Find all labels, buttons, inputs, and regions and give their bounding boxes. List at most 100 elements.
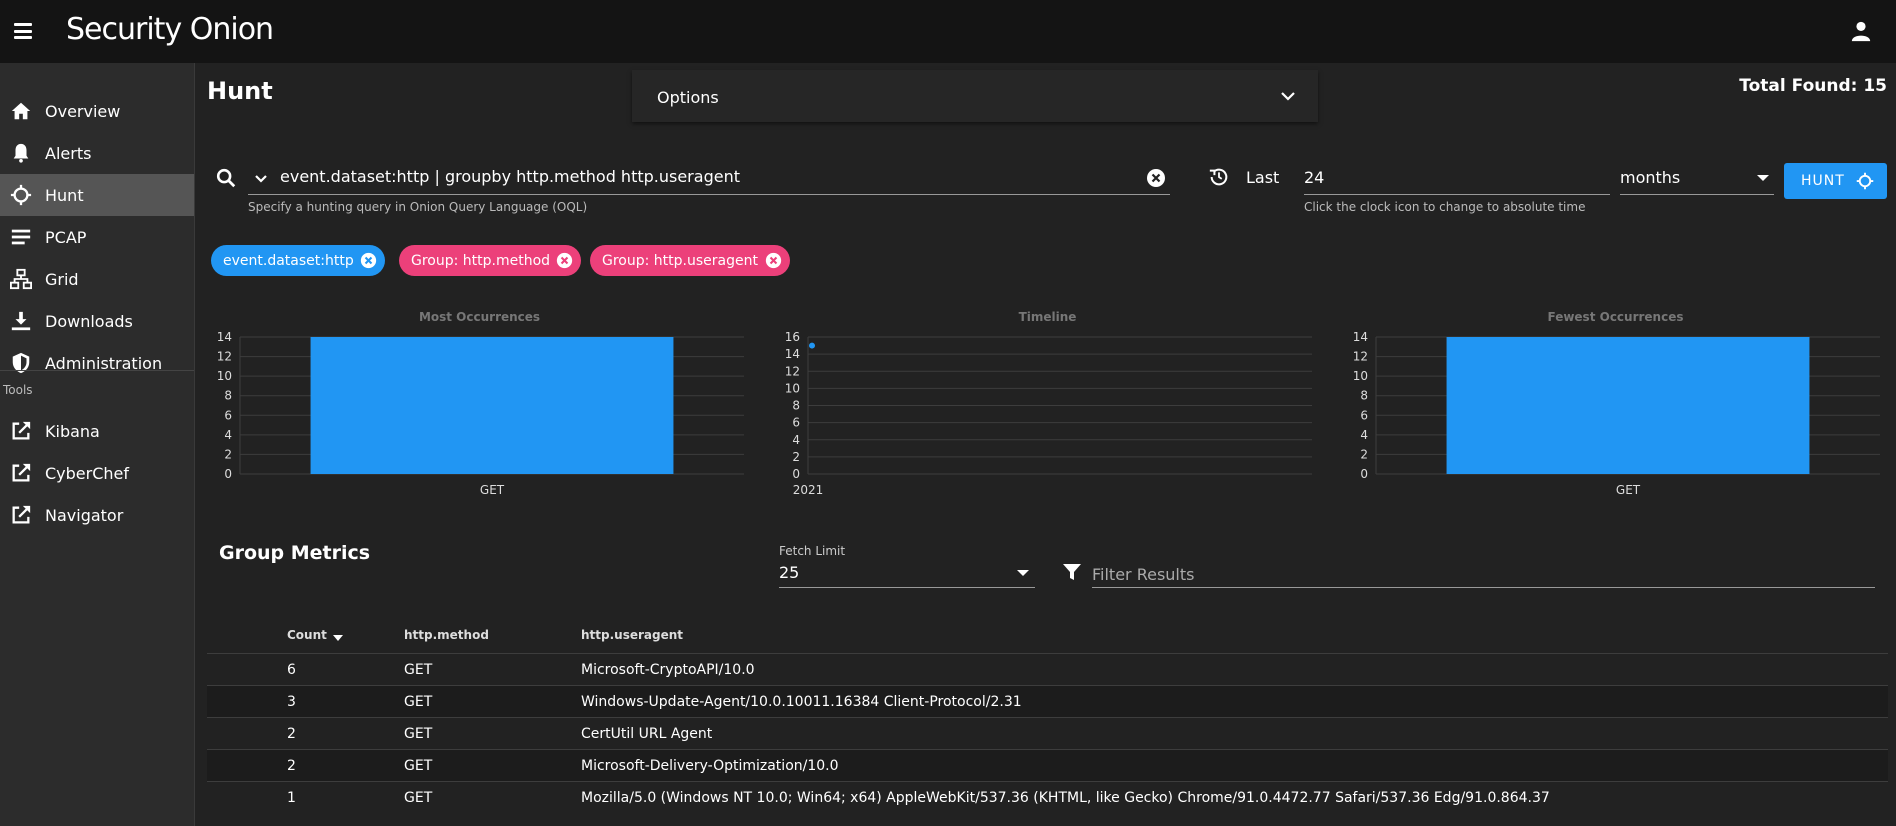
column-header-useragent[interactable]: http.useragent (581, 628, 683, 642)
column-header-method[interactable]: http.method (404, 628, 489, 642)
caret-down-icon[interactable] (1757, 175, 1769, 181)
column-header-count[interactable]: Count (287, 628, 343, 642)
y-tick-label: 8 (1360, 389, 1368, 403)
clear-icon[interactable] (1146, 168, 1166, 188)
cell-useragent: Mozilla/5.0 (Windows NT 10.0; Win64; x64… (581, 790, 1550, 806)
filter-results-input[interactable] (1092, 561, 1874, 587)
search-icon[interactable] (215, 167, 237, 189)
x-tick-label: GET (480, 483, 505, 497)
hunt-button-label: HUNT (1801, 173, 1845, 189)
query-underline (248, 194, 1170, 195)
y-tick-label: 6 (224, 408, 232, 422)
list-icon (11, 229, 31, 245)
sidebar-item-administration[interactable]: Administration (0, 342, 194, 384)
sidebar-item-kibana[interactable]: Kibana (0, 410, 194, 452)
chevron-down-icon[interactable] (1280, 88, 1296, 104)
y-tick-label: 14 (217, 330, 232, 344)
sidebar-divider (0, 370, 194, 371)
cell-useragent: Microsoft-Delivery-Optimization/10.0 (581, 758, 839, 774)
y-tick-label: 10 (217, 369, 232, 383)
last-label: Last (1246, 168, 1280, 187)
close-icon[interactable] (360, 252, 377, 269)
cell-method: GET (404, 694, 433, 710)
y-tick-label: 10 (785, 381, 800, 395)
table-row[interactable]: 3 GET Windows-Update-Agent/10.0.10011.16… (207, 685, 1888, 717)
sidebar-item-pcap[interactable]: PCAP (0, 216, 194, 258)
fetch-limit-select[interactable]: 25 (779, 563, 799, 582)
sidebar-item-label: Overview (45, 101, 121, 121)
filter-chip[interactable]: event.dataset:http (211, 245, 385, 276)
sidebar-item-label: Alerts (45, 143, 92, 163)
data-point[interactable] (809, 342, 815, 349)
user-icon[interactable] (1850, 20, 1872, 42)
y-tick-label: 6 (792, 416, 800, 430)
sidebar-item-label: Grid (45, 269, 79, 289)
y-tick-label: 8 (792, 399, 800, 413)
y-tick-label: 2 (792, 450, 800, 464)
x-tick-label: 2021 (793, 483, 824, 497)
sidebar: Overview Alerts Hunt PCAP Grid Downloads… (0, 63, 195, 826)
network-icon (10, 268, 32, 290)
sidebar-item-label: Downloads (45, 311, 133, 331)
range-underline (1304, 194, 1610, 195)
y-tick-label: 4 (224, 428, 232, 442)
chart-title: Most Occurrences (418, 310, 541, 324)
close-icon[interactable] (765, 252, 782, 269)
y-tick-label: 4 (792, 433, 800, 447)
top-bar: Security Onion (0, 0, 1896, 63)
cell-count: 6 (287, 662, 296, 678)
table-row[interactable]: 1 GET Mozilla/5.0 (Windows NT 10.0; Win6… (207, 781, 1888, 813)
bar[interactable] (310, 337, 674, 474)
table-row[interactable]: 2 GET CertUtil URL Agent (207, 717, 1888, 749)
options-label: Options (657, 88, 719, 107)
crosshair-icon (1856, 172, 1874, 190)
y-tick-label: 12 (1353, 350, 1368, 364)
chip-label: event.dataset:http (223, 252, 354, 269)
logo: Security Onion (66, 12, 274, 47)
range-unit-select[interactable]: months (1620, 168, 1680, 187)
timeline-chart: Timeline 0 2 4 6 8 10 12 14 16 2021 (775, 310, 1320, 500)
range-value-input[interactable]: 24 (1304, 168, 1324, 187)
y-tick-label: 16 (785, 330, 800, 344)
close-icon[interactable] (556, 252, 573, 269)
fetch-limit-label: Fetch Limit (779, 544, 846, 558)
sidebar-item-overview[interactable]: Overview (0, 90, 194, 132)
chip-label: Group: http.useragent (602, 252, 758, 269)
x-tick-label: GET (1616, 483, 1641, 497)
sidebar-item-label: Navigator (45, 505, 124, 525)
sort-desc-icon[interactable] (332, 635, 343, 641)
total-found: Total Found: 15 (1739, 76, 1887, 96)
filter-underline (1092, 587, 1875, 588)
chip-label: Group: http.method (411, 252, 551, 269)
hunt-button[interactable]: HUNT (1784, 163, 1887, 199)
home-icon (11, 102, 31, 120)
table-row[interactable]: 6 GET Microsoft-CryptoAPI/10.0 (207, 653, 1888, 685)
sidebar-item-alerts[interactable]: Alerts (0, 132, 194, 174)
sidebar-item-downloads[interactable]: Downloads (0, 300, 194, 342)
sidebar-item-hunt[interactable]: Hunt (0, 174, 194, 216)
group-chip[interactable]: Group: http.useragent (590, 245, 790, 276)
cell-count: 2 (287, 726, 296, 742)
sidebar-item-navigator[interactable]: Navigator (0, 494, 194, 536)
caret-down-icon[interactable] (1017, 570, 1029, 576)
tools-heading: Tools (3, 383, 33, 397)
chart-svg: 0 2 4 6 8 10 12 14 GET (1353, 330, 1880, 497)
sidebar-item-grid[interactable]: Grid (0, 258, 194, 300)
y-tick-label: 12 (217, 350, 232, 364)
sidebar-item-cyberchef[interactable]: CyberChef (0, 452, 194, 494)
bar[interactable] (1446, 337, 1810, 474)
query-input[interactable] (280, 163, 1140, 189)
chevron-down-icon[interactable] (253, 171, 269, 187)
options-panel[interactable]: Options (632, 70, 1318, 122)
chart-title: Timeline (1018, 310, 1077, 324)
fetch-underline (779, 587, 1035, 588)
y-tick-label: 14 (785, 347, 800, 361)
group-chip[interactable]: Group: http.method (399, 245, 581, 276)
cell-method: GET (404, 790, 433, 806)
download-icon (11, 311, 31, 331)
sidebar-item-label: PCAP (45, 227, 87, 247)
sidebar-item-label: CyberChef (45, 463, 130, 483)
table-row[interactable]: 2 GET Microsoft-Delivery-Optimization/10… (207, 749, 1888, 781)
history-icon[interactable] (1208, 166, 1230, 188)
hamburger-icon[interactable] (12, 20, 34, 42)
